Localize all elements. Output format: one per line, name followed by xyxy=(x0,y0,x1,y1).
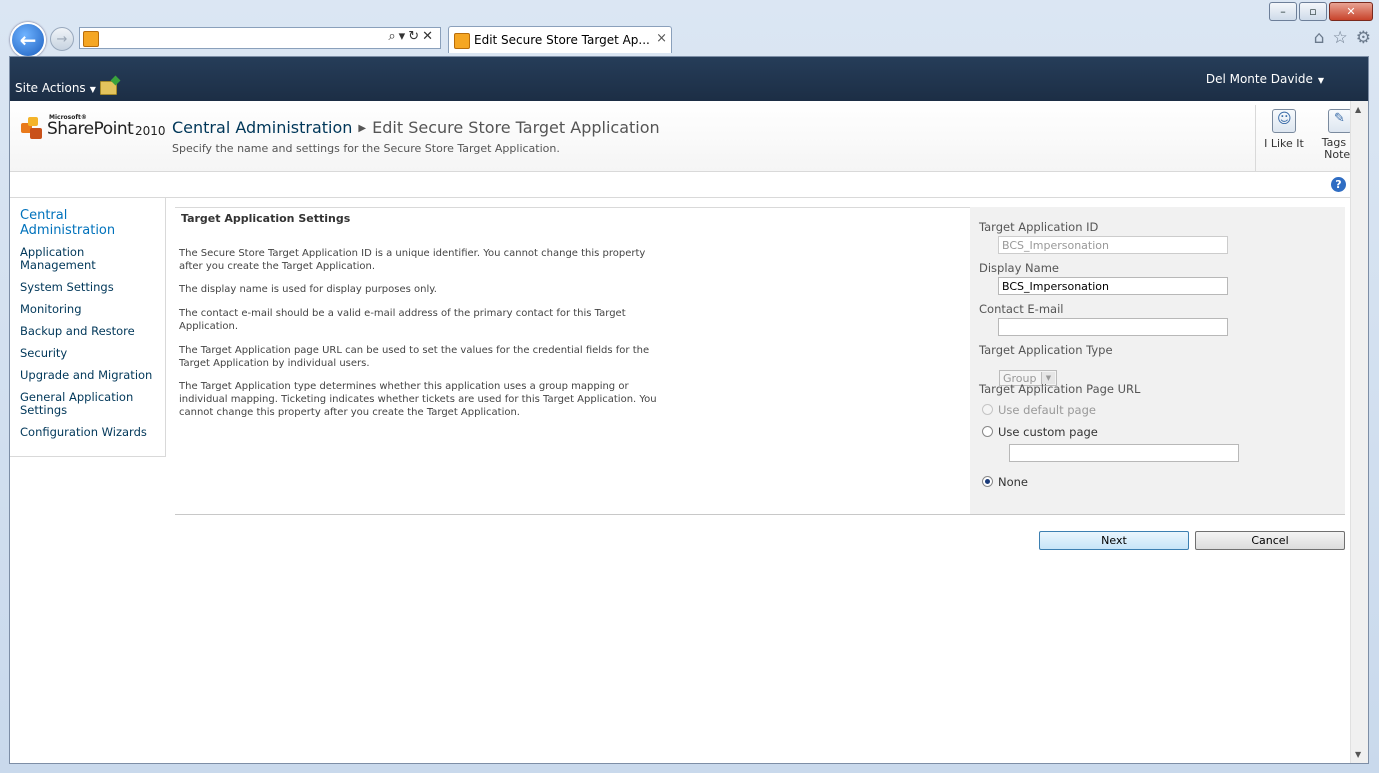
user-menu[interactable]: Del Monte Davide ▼ xyxy=(1206,72,1324,86)
custom-page-url-field[interactable] xyxy=(1009,444,1239,462)
desc-page-url: The Target Application page URL can be u… xyxy=(179,345,650,369)
site-actions-menu[interactable]: Site Actions ▼ xyxy=(15,81,96,95)
display-name-label: Display Name xyxy=(979,261,1059,275)
breadcrumb-arrow-icon: ▶ xyxy=(358,123,367,134)
desc-app-type: The Target Application type determines w… xyxy=(179,381,657,418)
sharepoint-logo[interactable]: Microsoft® SharePoint 2010 xyxy=(21,114,166,144)
i-like-it-label: I Like It xyxy=(1264,137,1304,150)
none-radio[interactable] xyxy=(982,476,993,487)
help-icon[interactable]: ? xyxy=(1331,177,1346,192)
tags-notes-icon xyxy=(1328,109,1352,133)
favorites-star-icon[interactable]: ☆ xyxy=(1333,28,1348,48)
quick-launch: Central Administration Application Manag… xyxy=(10,198,166,457)
browser-window: – ▫ ✕ ← → ⌕▾↻✕ Edit Secure Store Target … xyxy=(0,0,1379,773)
desc-contact-email: The contact e-mail should be a valid e-m… xyxy=(179,308,626,332)
input-area: Target Application ID BCS_Impersonation … xyxy=(970,207,1345,515)
nav-item-upgrade-migration[interactable]: Upgrade and Migration xyxy=(20,369,162,382)
nav-item-general-application-settings[interactable]: General Application Settings xyxy=(20,391,138,417)
forward-button[interactable]: → xyxy=(50,27,74,51)
ribbon-bar: Site Actions ▼ Del Monte Davide ▼ xyxy=(10,57,1368,101)
default-page-label: Use default page xyxy=(998,403,1096,417)
display-name-field[interactable]: BCS_Impersonation xyxy=(998,277,1228,295)
nav-item-monitoring[interactable]: Monitoring xyxy=(20,303,162,316)
nav-item-configuration-wizards[interactable]: Configuration Wizards xyxy=(20,426,162,439)
logo-product-name: SharePoint xyxy=(47,119,134,139)
app-id-field: BCS_Impersonation xyxy=(998,236,1228,254)
nav-item-system-settings[interactable]: System Settings xyxy=(20,281,162,294)
tab-close-button[interactable]: × xyxy=(656,31,667,46)
form-bottom-divider xyxy=(175,514,1345,515)
help-bar: ? xyxy=(10,172,1368,198)
chevron-down-icon: ▼ xyxy=(1317,76,1324,85)
section-title: Target Application Settings xyxy=(181,212,351,225)
nav-item-application-management[interactable]: Application Management xyxy=(20,246,162,272)
scroll-down-icon[interactable]: ▼ xyxy=(1355,750,1361,759)
address-bar[interactable]: ⌕▾↻✕ xyxy=(79,27,441,49)
next-button[interactable]: Next xyxy=(1039,531,1189,550)
back-arrow-icon: ← xyxy=(19,28,37,52)
vertical-scrollbar[interactable]: ▲ ▼ xyxy=(1350,101,1368,763)
back-button[interactable]: ← xyxy=(10,22,46,58)
default-page-radio xyxy=(982,404,993,415)
form-section: Target Application Settings The Secure S… xyxy=(175,207,1345,515)
maximize-button[interactable]: ▫ xyxy=(1299,2,1327,21)
user-name: Del Monte Davide xyxy=(1205,72,1313,86)
breadcrumb-root-link[interactable]: Central Administration xyxy=(172,118,352,137)
scroll-up-icon[interactable]: ▲ xyxy=(1355,105,1361,114)
desc-display-name: The display name is used for display pur… xyxy=(179,284,437,295)
cancel-button[interactable]: Cancel xyxy=(1195,531,1345,550)
breadcrumb: Central Administration ▶ Edit Secure Store… xyxy=(172,118,660,137)
site-favicon-icon xyxy=(83,31,99,47)
forward-arrow-icon: → xyxy=(56,31,68,47)
app-id-label: Target Application ID xyxy=(979,220,1099,234)
quick-launch-list: Application Management System Settings M… xyxy=(20,246,162,448)
page-viewport: Site Actions ▼ Del Monte Davide ▼ Microsof… xyxy=(9,56,1369,764)
desc-app-id: The Secure Store Target Application ID i… xyxy=(179,248,646,272)
tab-favicon-icon xyxy=(454,33,470,49)
none-label[interactable]: None xyxy=(998,475,1028,489)
logo-year: 2010 xyxy=(135,124,166,138)
chevron-down-icon: ▼ xyxy=(89,85,96,94)
section-divider xyxy=(175,207,975,208)
window-controls: – ▫ ✕ xyxy=(1269,2,1373,21)
quick-launch-heading[interactable]: Central Administration xyxy=(20,208,150,238)
sharepoint-logo-icon xyxy=(21,117,45,139)
page-title: Edit Secure Store Target Application xyxy=(372,118,660,137)
title-area: Microsoft® SharePoint 2010 Central Admin… xyxy=(10,101,1368,172)
nav-item-security[interactable]: Security xyxy=(20,347,162,360)
close-window-button[interactable]: ✕ xyxy=(1329,2,1373,21)
custom-page-radio[interactable] xyxy=(982,426,993,437)
contact-email-field[interactable] xyxy=(998,318,1228,336)
browser-toolbar-icons: ⌂ ☆ ⚙ xyxy=(1314,28,1371,48)
contact-email-label: Contact E-mail xyxy=(979,302,1064,316)
address-tools[interactable]: ⌕▾↻✕ xyxy=(388,29,436,44)
home-icon[interactable]: ⌂ xyxy=(1314,28,1325,48)
like-tag-icon xyxy=(1272,109,1296,133)
page-description: Specify the name and settings for the Se… xyxy=(172,142,560,155)
app-type-label: Target Application Type xyxy=(979,343,1113,357)
i-like-it-button[interactable]: I Like It xyxy=(1256,105,1312,171)
site-actions-label: Site Actions xyxy=(15,81,86,95)
gear-icon[interactable]: ⚙ xyxy=(1356,28,1371,48)
page-url-label: Target Application Page URL xyxy=(979,382,1141,396)
tab-title: Edit Secure Store Target Ap... xyxy=(474,33,650,47)
custom-page-label[interactable]: Use custom page xyxy=(998,425,1098,439)
navigate-up-icon[interactable] xyxy=(100,81,117,95)
minimize-button[interactable]: – xyxy=(1269,2,1297,21)
nav-item-backup-restore[interactable]: Backup and Restore xyxy=(20,325,162,338)
browser-tab[interactable]: Edit Secure Store Target Ap... × xyxy=(448,26,672,53)
